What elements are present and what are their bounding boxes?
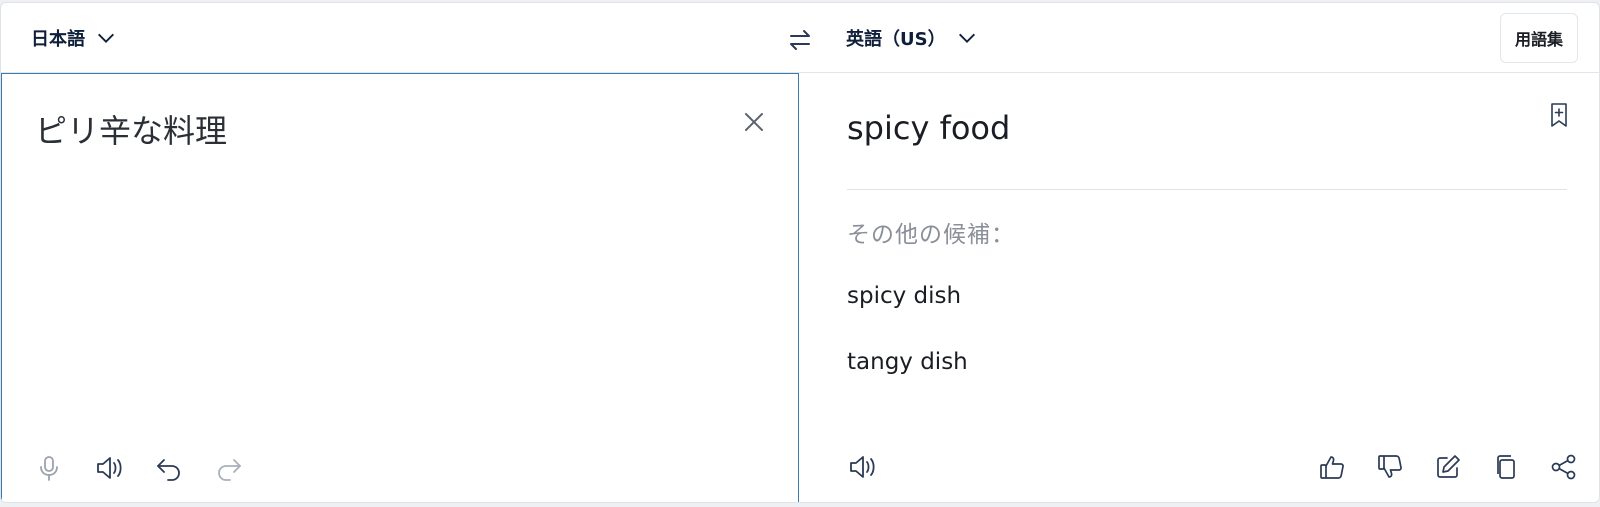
edit-icon xyxy=(1437,455,1460,478)
copy-button[interactable] xyxy=(1489,450,1523,484)
source-text[interactable]: ピリ辛な料理 xyxy=(35,106,227,152)
glossary-button[interactable]: 用語集 xyxy=(1500,13,1578,63)
source-language-selector[interactable]: 日本語 xyxy=(31,23,117,53)
chevron-down-icon xyxy=(98,33,114,43)
undo-icon xyxy=(157,459,180,481)
share-button[interactable] xyxy=(1547,450,1581,484)
chevron-down-icon xyxy=(958,33,975,43)
listen-source-button[interactable] xyxy=(92,451,126,485)
alternatives-heading: その他の候補： xyxy=(847,222,1015,248)
target-language-label: 英語（US） xyxy=(846,29,946,50)
share-icon xyxy=(1551,454,1576,480)
translation-pane: spicy food その他の候補： spicy dish tangy dish xyxy=(799,73,1599,502)
microphone-icon xyxy=(40,456,58,481)
divider xyxy=(847,189,1567,190)
thumbs-up-button[interactable] xyxy=(1315,450,1349,484)
bookmark-add-icon[interactable] xyxy=(1547,101,1571,129)
redo-icon xyxy=(218,459,241,481)
swap-languages-icon[interactable] xyxy=(785,25,815,55)
microphone-button[interactable] xyxy=(32,451,66,485)
listen-translation-button[interactable] xyxy=(845,450,879,484)
target-language-selector[interactable]: 英語（US） xyxy=(846,23,978,53)
thumbs-down-button[interactable] xyxy=(1373,450,1407,484)
thumbs-down-icon xyxy=(1378,455,1402,478)
translation-text[interactable]: spicy food xyxy=(847,109,1010,147)
source-text-area[interactable]: ピリ辛な料理 xyxy=(1,73,799,502)
thumbs-up-icon xyxy=(1320,456,1344,479)
undo-button[interactable] xyxy=(152,451,186,485)
language-bar: 日本語 英語（US） 用語集 xyxy=(1,3,1599,73)
app-frame: 日本語 英語（US） 用語集 ピリ辛な料理 spicy food その他の候補：… xyxy=(0,0,1600,507)
alternative-item[interactable]: tangy dish xyxy=(847,349,968,375)
speaker-icon xyxy=(97,457,122,479)
close-icon[interactable] xyxy=(740,108,768,136)
source-language-label: 日本語 xyxy=(31,29,85,50)
translator-card: 日本語 英語（US） 用語集 ピリ辛な料理 spicy food その他の候補：… xyxy=(0,2,1600,503)
source-toolbar xyxy=(32,451,246,485)
copy-icon xyxy=(1497,455,1515,479)
edit-button[interactable] xyxy=(1431,450,1465,484)
translation-toolbar xyxy=(1315,450,1581,484)
alternative-item[interactable]: spicy dish xyxy=(847,283,961,309)
redo-button[interactable] xyxy=(212,451,246,485)
speaker-icon xyxy=(850,456,875,478)
